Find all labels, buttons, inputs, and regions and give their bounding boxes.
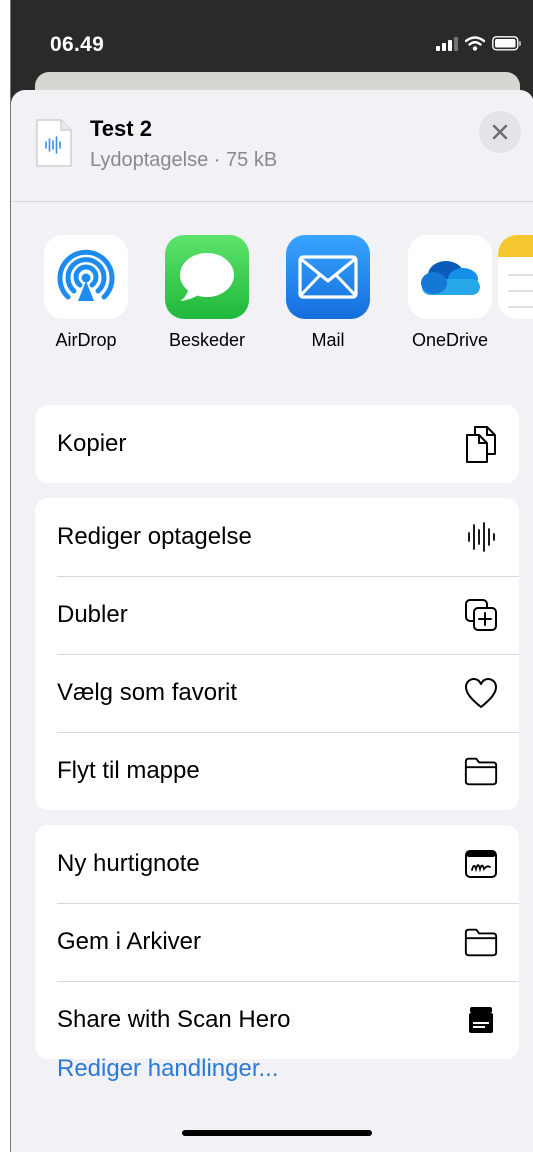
- share-target-mail[interactable]: Mail: [273, 235, 383, 351]
- battery-icon: [492, 36, 521, 51]
- action-label: Kopier: [57, 430, 127, 457]
- share-target-notes[interactable]: [498, 235, 533, 330]
- phone-screen: 06.49 Test 2 Lydoptagelse · 75 kB AirDro…: [10, 0, 533, 1152]
- action-label: Rediger optagelse: [57, 523, 252, 550]
- share-target-label: OneDrive: [411, 330, 489, 350]
- action-vaelg-som-favorit[interactable]: Vælg som favorit: [35, 654, 519, 732]
- share-target-beskeder[interactable]: Beskeder: [152, 235, 262, 351]
- action-label: Ny hurtignote: [57, 850, 200, 877]
- edit-actions-link[interactable]: Rediger handlinger...: [57, 1055, 278, 1083]
- close-button[interactable]: [479, 111, 521, 153]
- wifi-icon: [465, 36, 485, 51]
- action-label: Share with Scan Hero: [57, 1006, 291, 1033]
- share-header: Test 2 Lydoptagelse · 75 kB: [11, 90, 533, 202]
- quick-note-icon: [463, 846, 499, 882]
- status-icons: [436, 36, 522, 51]
- action-label: Flyt til mappe: [57, 757, 200, 784]
- share-target-airdrop[interactable]: AirDrop: [31, 235, 141, 351]
- heart-icon: [463, 675, 499, 711]
- share-target-onedrive[interactable]: OneDrive: [395, 235, 505, 351]
- share-target-label: AirDrop: [55, 330, 117, 350]
- file-subtitle: Lydoptagelse · 75 kB: [90, 149, 278, 171]
- folder-icon: [463, 753, 499, 789]
- onedrive-icon: [408, 235, 492, 319]
- airdrop-icon: [44, 235, 128, 319]
- action-ny-hurtignote[interactable]: Ny hurtignote: [35, 825, 519, 903]
- waveform-icon: [463, 519, 499, 555]
- home-indicator[interactable]: [182, 1130, 372, 1136]
- action-group-1: Kopier: [35, 405, 519, 483]
- signal-icon: [436, 36, 458, 51]
- scan-hero-icon: [463, 1002, 499, 1038]
- copy-icon: [463, 426, 499, 463]
- mail-icon: [286, 235, 370, 319]
- action-dubler[interactable]: Dubler: [35, 576, 519, 654]
- action-share-with-scan-hero[interactable]: Share with Scan Hero: [35, 981, 519, 1059]
- share-target-label: Mail: [311, 330, 345, 350]
- audio-file-icon: [35, 118, 73, 168]
- file-title: Test 2: [90, 116, 152, 141]
- action-rediger-optagelse[interactable]: Rediger optagelse: [35, 498, 519, 576]
- folder-icon: [463, 924, 499, 960]
- close-icon: [492, 124, 508, 140]
- action-label: Gem i Arkiver: [57, 928, 202, 955]
- share-target-label: Beskeder: [168, 330, 246, 350]
- action-group-2: Rediger optagelse Dubler Vælg som favori…: [35, 498, 519, 810]
- messages-icon: [165, 235, 249, 319]
- share-sheet: Test 2 Lydoptagelse · 75 kB AirDrop Besk…: [11, 90, 533, 1152]
- action-label: Dubler: [57, 601, 128, 628]
- action-group-3: Ny hurtignote Gem i Arkiver Share with S…: [35, 825, 519, 1059]
- notes-icon: [498, 235, 533, 319]
- status-time: 06.49: [50, 33, 105, 56]
- action-gem-i-arkiver[interactable]: Gem i Arkiver: [35, 903, 519, 981]
- action-kopier[interactable]: Kopier: [35, 405, 519, 483]
- action-flyt-til-mappe[interactable]: Flyt til mappe: [35, 732, 519, 810]
- action-label: Vælg som favorit: [57, 679, 238, 706]
- duplicate-icon: [463, 597, 499, 633]
- share-targets-row: AirDrop Beskeder Mail OneDrive: [11, 235, 533, 365]
